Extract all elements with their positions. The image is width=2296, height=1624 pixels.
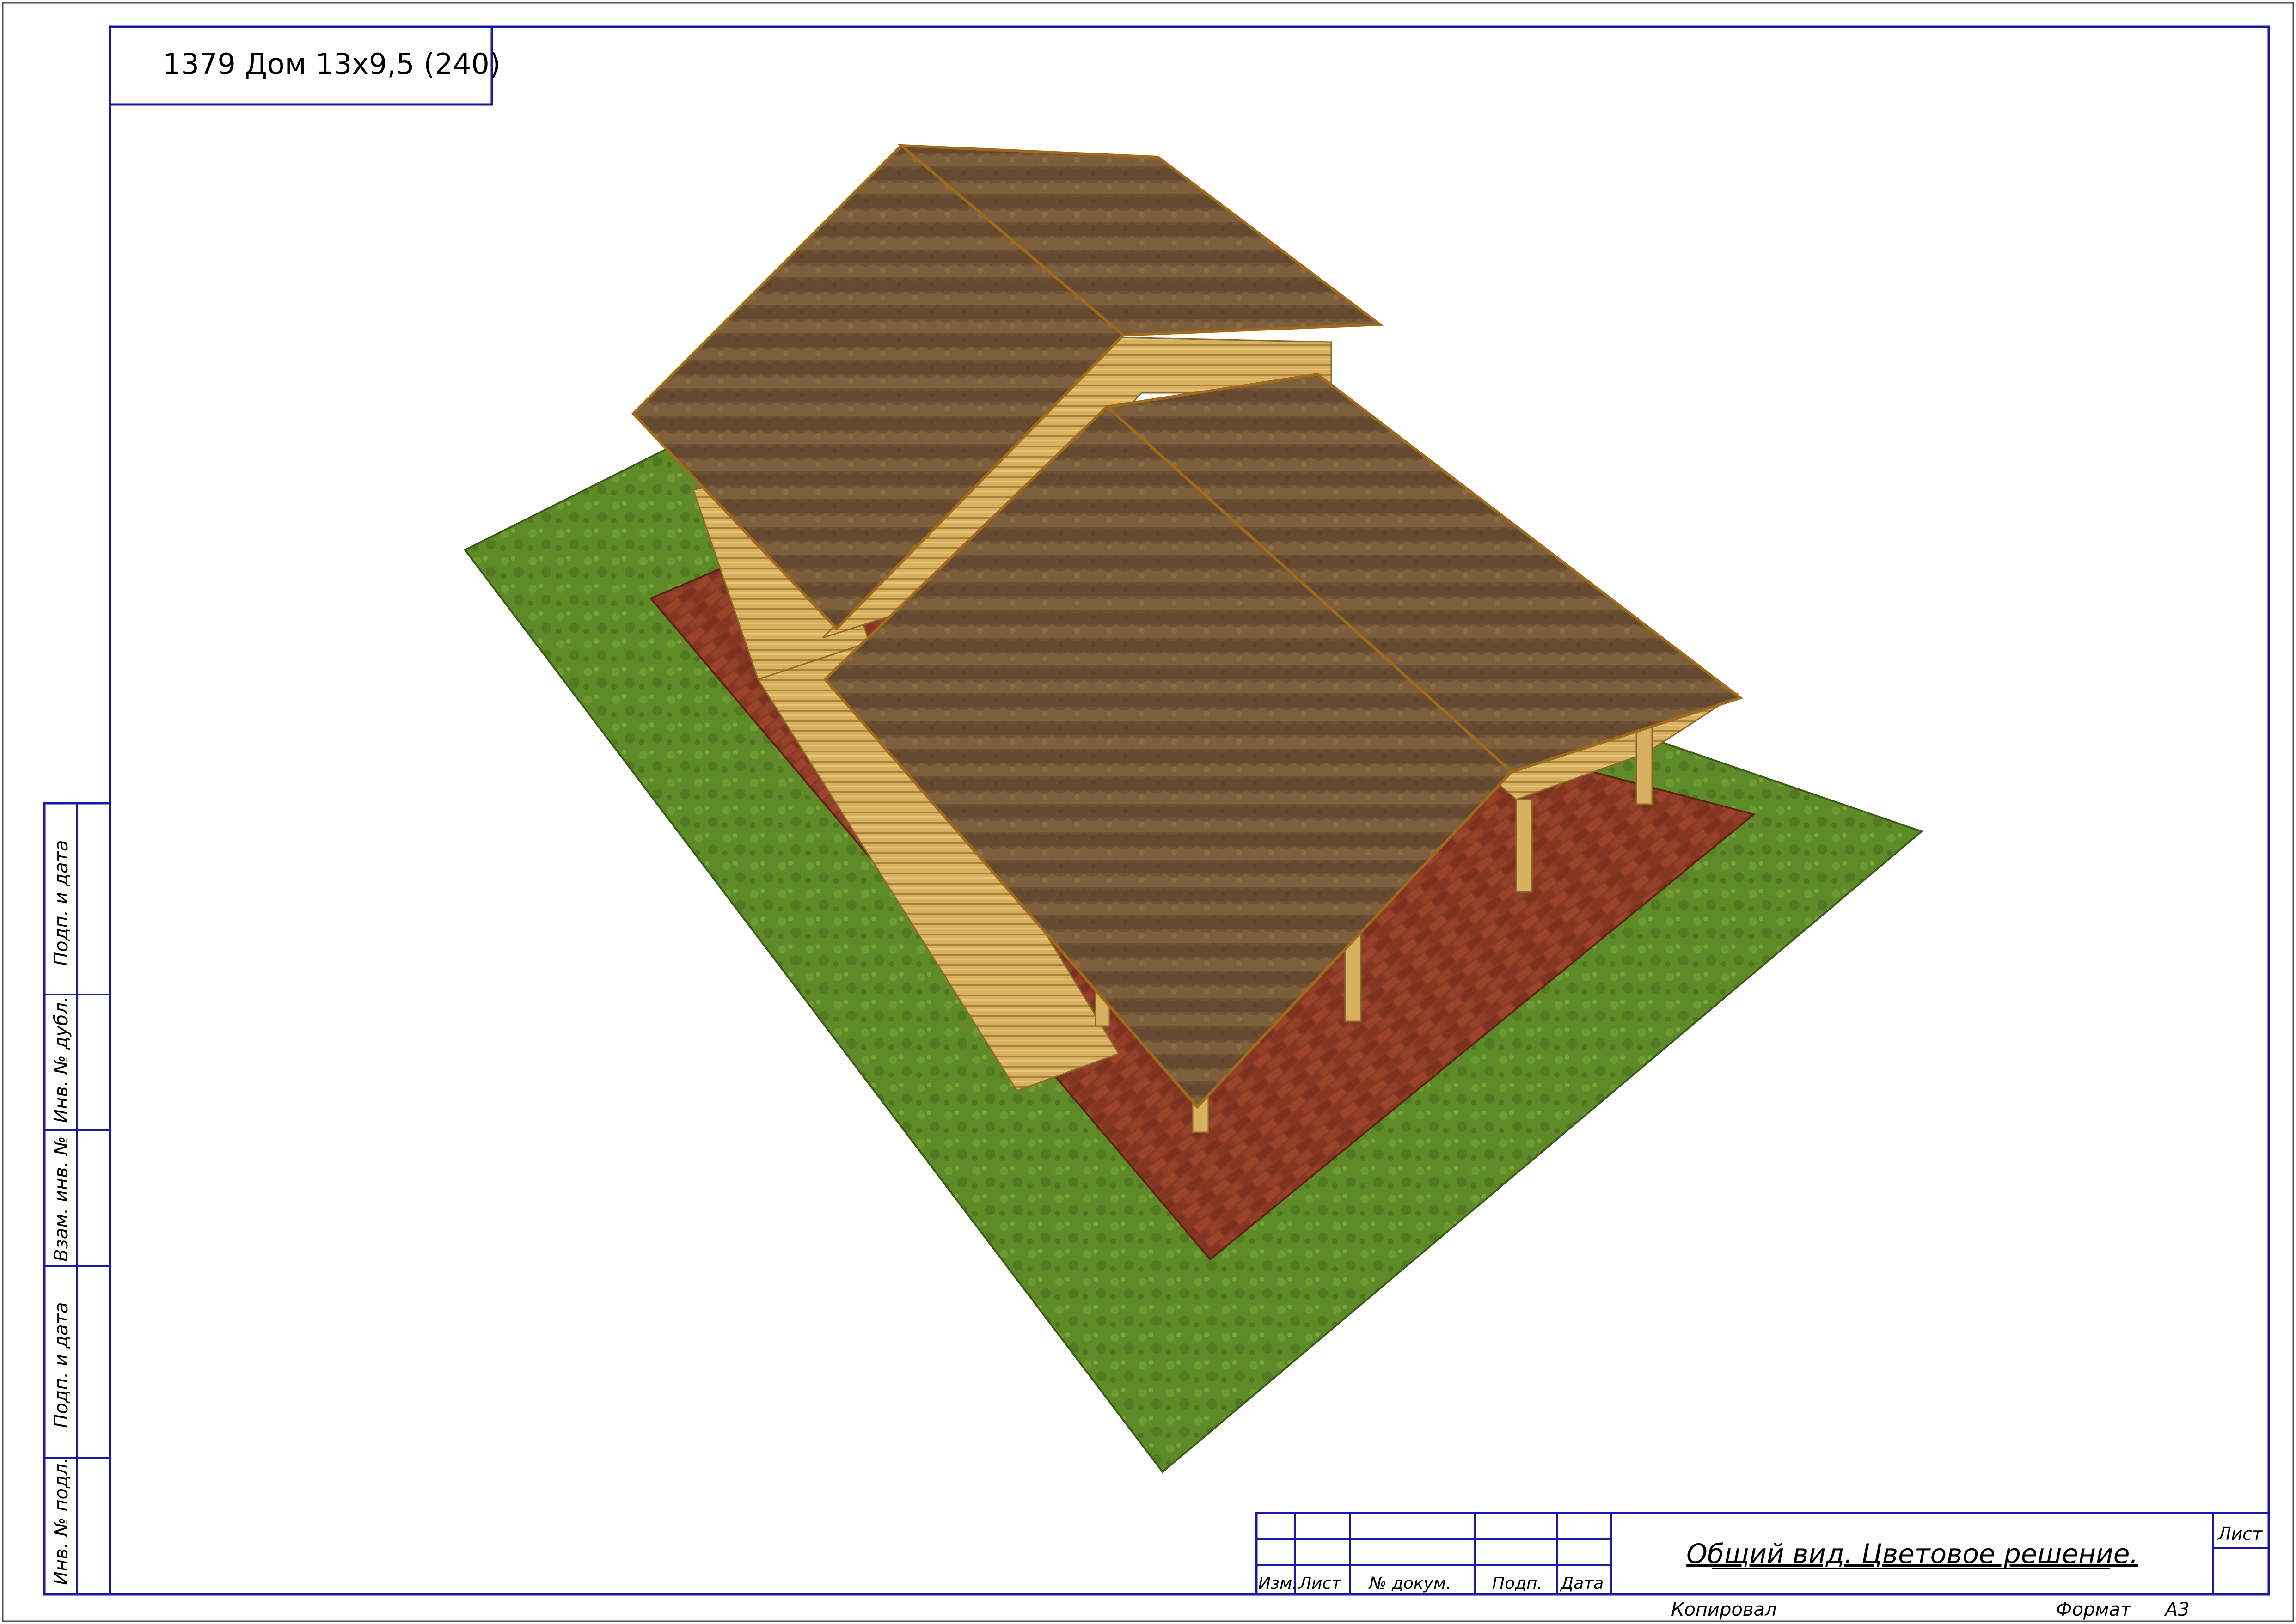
sheet-caption: Общий вид. Цветовое решение. (1686, 1538, 2138, 1569)
title-block: Изм. Лист № докум. Подп. Дата Общий вид.… (1255, 1512, 2270, 1620)
stamp-sign-date-top: Подп. и дата (51, 840, 72, 966)
format-value: А3 (2164, 1599, 2190, 1620)
drawing-sheet: 1379 Дом 13х9,5 (240) Подп. и дата Инв. … (0, 0, 2296, 1624)
house-illustration (463, 143, 1923, 1473)
copied-label: Копировал (1671, 1599, 1777, 1620)
drawing-title: 1379 Дом 13х9,5 (240) (163, 47, 501, 81)
stamp-sign-date-bottom: Подп. и дата (51, 1302, 72, 1428)
col-doc-no: № докум. (1368, 1574, 1451, 1593)
drawing-sheet-svg: 1379 Дом 13х9,5 (240) Подп. и дата Инв. … (2, 2, 2294, 1622)
porch-post (1515, 799, 1533, 893)
porch-post (1635, 725, 1653, 805)
col-sign: Подп. (1492, 1574, 1543, 1593)
col-izm: Изм. (1258, 1574, 1298, 1593)
side-stamp: Подп. и дата Инв. № дубл. Взам. инв. № П… (43, 802, 111, 1596)
stamp-swap-no: Взам. инв. № (51, 1136, 72, 1262)
col-list: Лист (1298, 1574, 1341, 1593)
stamp-dupl-no: Инв. № дубл. (51, 996, 72, 1123)
format-label: Формат (2056, 1599, 2132, 1620)
sheet-label: Лист (2217, 1524, 2263, 1544)
col-date: Дата (1560, 1574, 1604, 1593)
stamp-orig-no: Инв. № подл. (51, 1458, 72, 1585)
